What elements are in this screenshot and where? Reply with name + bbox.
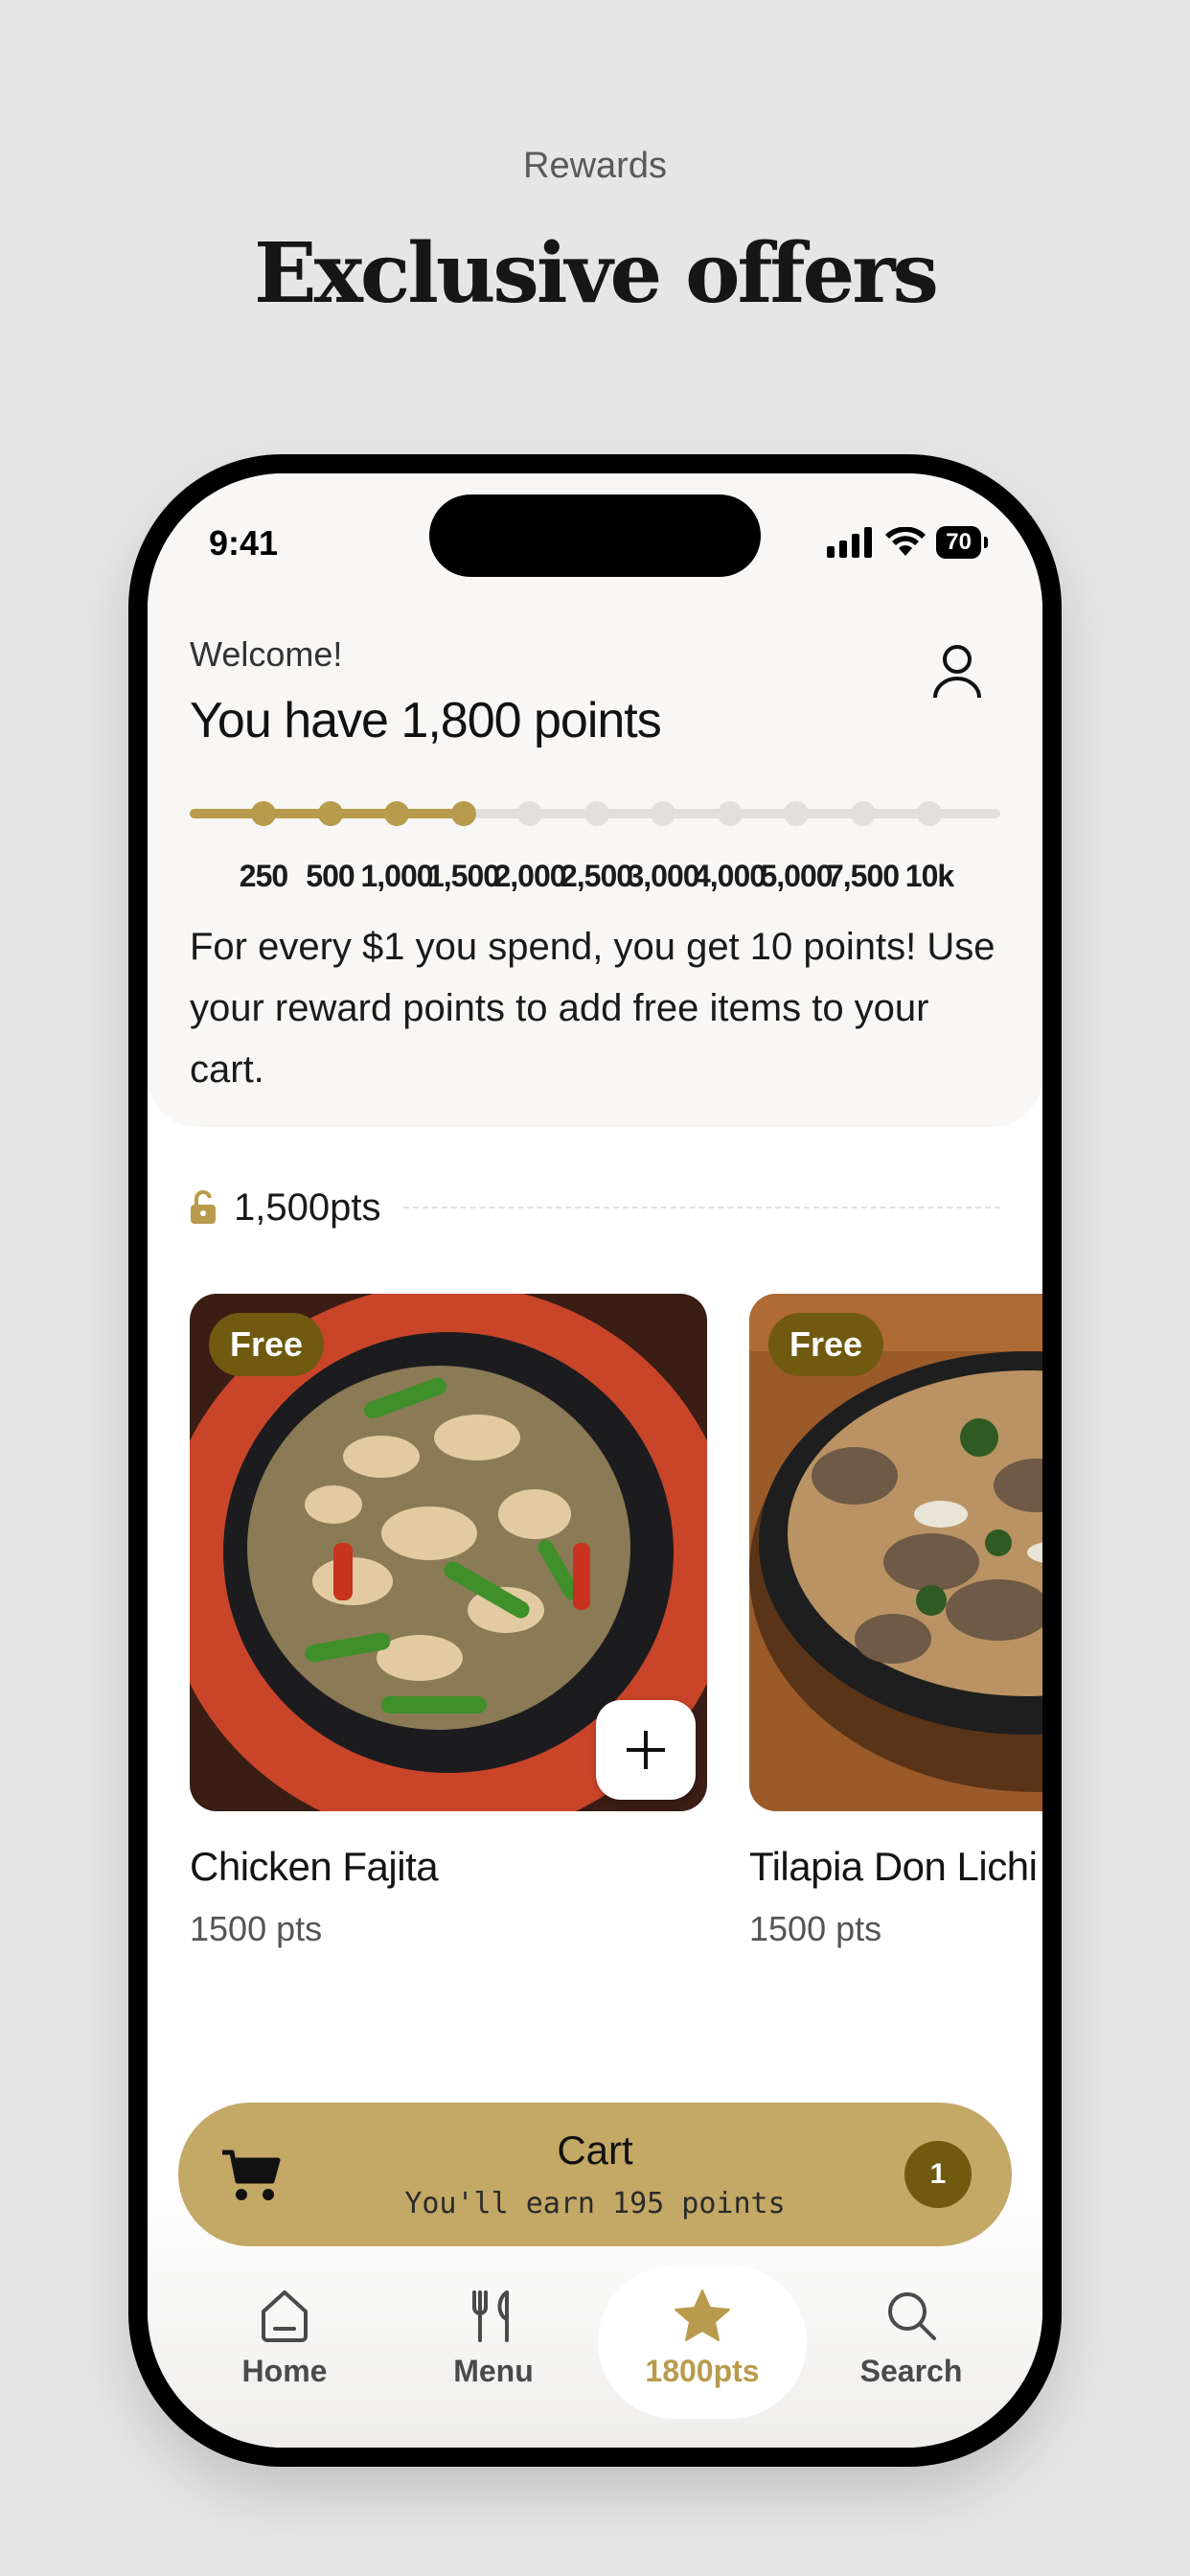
milestone-label: 250 — [239, 859, 288, 893]
milestone-label: 10k — [904, 859, 954, 893]
cart-title: Cart — [557, 2128, 633, 2173]
search-icon — [888, 2292, 936, 2340]
reward-image-chicken-fajita[interactable]: Free — [190, 1294, 707, 1811]
cart-button[interactable]: Cart You'll earn 195 points 1 — [178, 2103, 1012, 2246]
wifi-icon — [885, 527, 927, 556]
home-icon — [262, 2290, 308, 2342]
reward-name: Tilapia Don Lichi — [749, 1844, 1038, 1889]
milestone-label: 3,000 — [627, 859, 699, 893]
phone-frame: 9:41 70 Welcome! You have 1,800 points 2… — [128, 454, 1062, 2467]
tab-menu[interactable]: Menu — [389, 2266, 598, 2419]
milestone-label: 4,000 — [693, 859, 767, 893]
tier-divider — [403, 1207, 1000, 1208]
milestone-dot — [651, 801, 675, 826]
fork-knife-icon — [472, 2290, 509, 2342]
milestone-label: 1,000 — [360, 859, 433, 893]
cart-earn-text: You'll earn 195 points — [404, 2187, 786, 2220]
welcome-text: Welcome! — [190, 634, 343, 674]
tab-bar: Home Menu 1800pts Search — [148, 2266, 1042, 2428]
status-icons: 70 — [825, 525, 988, 560]
battery-indicator: 70 — [936, 526, 988, 559]
reward-card[interactable]: Free Chicken Fajita 1500 pts — [190, 1294, 707, 1949]
signal-icon — [827, 527, 873, 558]
status-time: 9:41 — [209, 523, 279, 563]
reward-image-tilapia[interactable]: Free — [749, 1294, 1042, 1811]
milestone-label: 500 — [306, 859, 355, 893]
rewards-header-panel: 9:41 70 Welcome! You have 1,800 points 2… — [148, 473, 1042, 1127]
points-total: You have 1,800 points — [190, 693, 662, 748]
milestone-label: 2,500 — [560, 859, 633, 893]
milestone-dot — [517, 801, 542, 826]
milestone-dot — [917, 801, 942, 826]
free-badge: Free — [209, 1313, 325, 1376]
promo-title: Exclusive offers — [254, 225, 939, 322]
milestone-dot — [784, 801, 809, 826]
milestone-dot — [384, 801, 409, 826]
milestone-dot — [251, 801, 276, 826]
milestone-dot — [317, 801, 343, 826]
tab-home[interactable]: Home — [180, 2266, 389, 2419]
tab-home-label: Home — [241, 2354, 328, 2388]
tier-label: 1,500pts — [234, 1185, 381, 1229]
milestone-label: 5,000 — [760, 859, 833, 893]
tab-menu-label: Menu — [453, 2354, 534, 2388]
star-icon — [675, 2289, 730, 2341]
promo-subtitle: Rewards — [523, 146, 667, 186]
reward-points: 1500 pts — [190, 1909, 323, 1948]
add-to-cart-button[interactable] — [596, 1700, 696, 1800]
milestone-dot — [850, 801, 876, 826]
profile-icon[interactable] — [931, 642, 983, 700]
dynamic-island — [429, 494, 761, 577]
unlocked-lock-icon — [191, 1190, 216, 1224]
milestone-dot — [450, 801, 476, 826]
tab-rewards[interactable]: 1800pts — [598, 2266, 807, 2419]
free-badge: Free — [768, 1313, 884, 1376]
app-screen: 9:41 70 Welcome! You have 1,800 points 2… — [148, 473, 1042, 2448]
cart-count-badge: 1 — [904, 2141, 972, 2208]
reward-name: Chicken Fajita — [190, 1844, 439, 1889]
tab-rewards-label: 1800pts — [645, 2354, 760, 2388]
tier-header: 1,500pts — [190, 1179, 1000, 1236]
plus-icon — [627, 1731, 665, 1769]
milestone-label: 1,500 — [426, 859, 500, 893]
milestone-dot — [584, 801, 609, 826]
rewards-description: For every $1 you spend, you get 10 point… — [190, 926, 995, 1091]
milestone-label: 7,500 — [826, 859, 900, 893]
tab-search-label: Search — [859, 2354, 963, 2388]
milestone-label: 2,000 — [493, 859, 566, 893]
milestone-dot — [717, 801, 743, 826]
points-progress-track — [190, 801, 1000, 826]
reward-points: 1500 pts — [749, 1909, 882, 1948]
tab-search[interactable]: Search — [807, 2266, 1016, 2419]
reward-card[interactable]: Free Tilapia Don Lichi 1500 pts — [749, 1294, 1042, 1949]
